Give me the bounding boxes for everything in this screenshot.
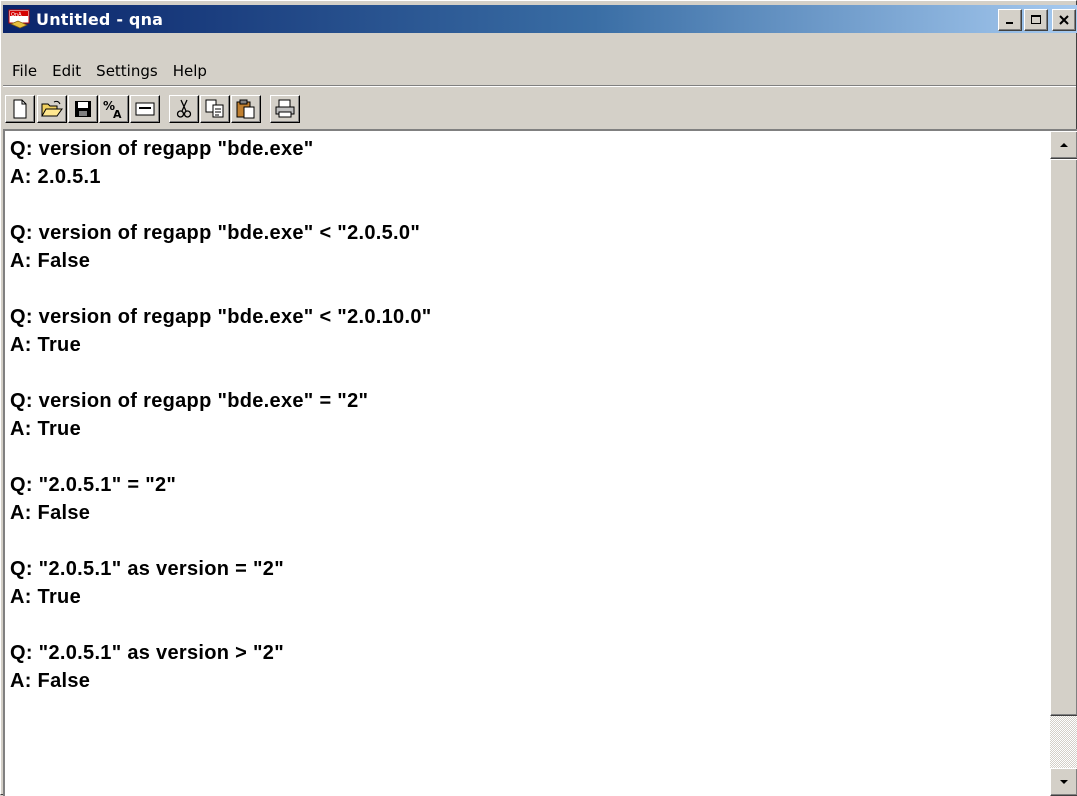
title-bar[interactable]: QnA Untitled - qna: [3, 5, 1077, 33]
scrollbar-thumb[interactable]: [1050, 159, 1077, 716]
query-line: Q: version of regapp "bde.exe" < "2.0.5.…: [10, 222, 421, 244]
arrow-down-icon: [1060, 780, 1068, 784]
window-icon: [135, 102, 155, 116]
qna-app-icon[interactable]: QnA: [8, 9, 30, 29]
query-line: Q: version of regapp "bde.exe": [10, 138, 314, 160]
print-icon: [275, 99, 295, 118]
scrollbar-track[interactable]: [1050, 716, 1077, 768]
app-window: QnA Untitled - qna File Edit Settings He…: [0, 0, 1077, 796]
menu-settings[interactable]: Settings: [88, 60, 165, 82]
new-button[interactable]: [5, 95, 35, 123]
open-folder-icon: [41, 100, 63, 117]
text-editor[interactable]: Q: version of regapp "bde.exe" A: 2.0.5.1…: [3, 129, 1077, 796]
query-line: Q: "2.0.5.1" = "2": [10, 474, 177, 496]
scroll-down-button[interactable]: [1050, 768, 1077, 796]
maximize-button[interactable]: [1024, 9, 1048, 31]
open-button[interactable]: [37, 95, 67, 123]
answer-line: A: True: [10, 418, 81, 440]
minimize-button[interactable]: [998, 9, 1022, 31]
toolbar-separator: [3, 85, 1076, 87]
paste-clipboard-icon: [236, 99, 255, 119]
svg-text:A: A: [113, 108, 122, 119]
query-line: Q: version of regapp "bde.exe" = "2": [10, 390, 369, 412]
menu-help[interactable]: Help: [165, 60, 214, 82]
answer-line: A: True: [10, 586, 81, 608]
query-line: Q: "2.0.5.1" as version > "2": [10, 642, 284, 664]
paste-button[interactable]: [231, 95, 261, 123]
copy-button[interactable]: [200, 95, 230, 123]
window-title: Untitled - qna: [36, 9, 164, 29]
save-button[interactable]: [68, 95, 98, 123]
save-disk-icon: [75, 101, 91, 117]
window-button[interactable]: [130, 95, 160, 123]
new-document-icon: [13, 99, 27, 119]
answer-line: A: False: [10, 670, 91, 692]
menu-edit[interactable]: Edit: [44, 60, 88, 82]
copy-icon: [205, 99, 224, 118]
evaluate-button[interactable]: % A: [99, 95, 129, 123]
editor-text[interactable]: Q: version of regapp "bde.exe" A: 2.0.5.1…: [10, 135, 1040, 695]
query-line: Q: "2.0.5.1" as version = "2": [10, 558, 284, 580]
scroll-up-button[interactable]: [1050, 131, 1077, 159]
svg-text:QnA: QnA: [11, 12, 22, 18]
close-icon: [1059, 15, 1069, 25]
vertical-scrollbar[interactable]: [1050, 131, 1077, 796]
cut-scissors-icon: [176, 99, 192, 118]
answer-line: A: True: [10, 334, 81, 356]
answer-line: A: False: [10, 502, 91, 524]
minimize-icon: [1006, 22, 1013, 24]
answer-line: A: False: [10, 250, 91, 272]
arrow-up-icon: [1060, 143, 1068, 147]
query-line: Q: version of regapp "bde.exe" < "2.0.10…: [10, 306, 432, 328]
menu-file[interactable]: File: [4, 60, 44, 82]
maximize-icon: [1031, 15, 1041, 24]
answer-line: A: 2.0.5.1: [10, 166, 101, 188]
print-button[interactable]: [270, 95, 300, 123]
cut-button[interactable]: [169, 95, 199, 123]
menu-bar: File Edit Settings Help: [4, 60, 214, 82]
close-button[interactable]: [1052, 9, 1076, 31]
window-controls: [998, 9, 1076, 31]
percent-evaluate-icon: %A: [103, 99, 122, 119]
